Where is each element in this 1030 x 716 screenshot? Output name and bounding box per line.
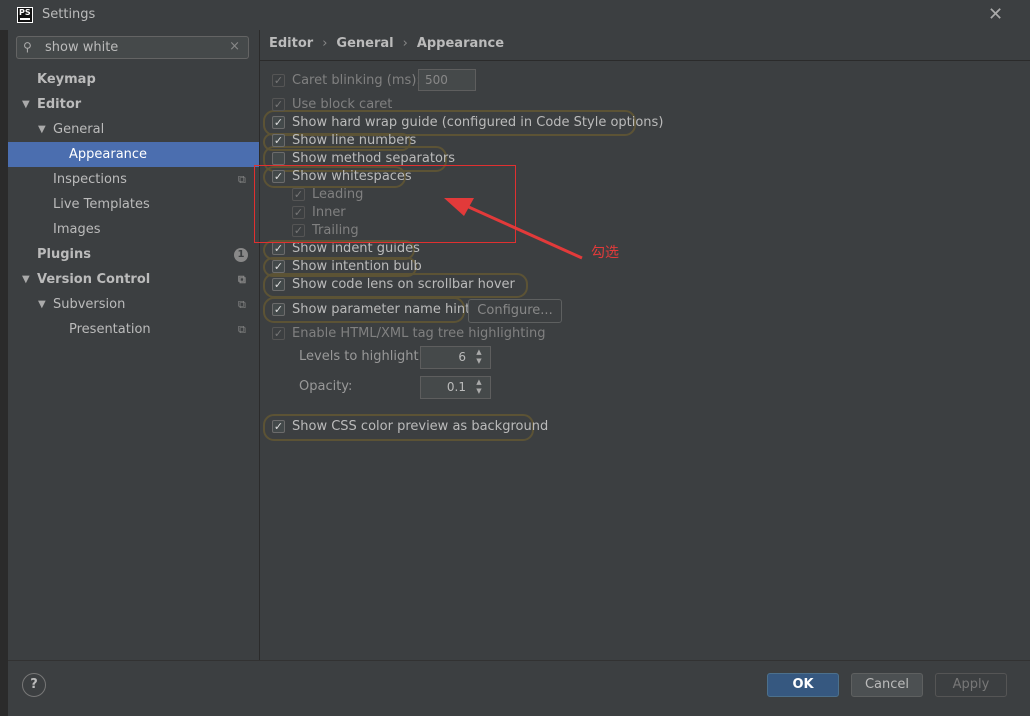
checkbox[interactable]: ✓ (272, 74, 285, 87)
tree-item-appearance[interactable]: Appearance (8, 142, 259, 167)
checkbox[interactable]: ✓ (272, 278, 285, 291)
spinner-arrows-icon[interactable]: ▲ ▼ (472, 348, 486, 366)
tree-item-live-templates[interactable]: Live Templates (8, 192, 259, 217)
opacity-spinner[interactable]: 0.1 ▲ ▼ (420, 376, 491, 399)
title-bar: PS Settings ✕ (0, 0, 1030, 30)
copy-icon: ⧉ (238, 323, 246, 336)
configure-hints-button[interactable]: Configure... (468, 299, 562, 323)
header-divider (259, 60, 1030, 61)
tree-item-general[interactable]: ▼ General (8, 117, 259, 142)
checkbox[interactable]: ✓ (272, 260, 285, 273)
tree-item-label: Keymap (37, 72, 96, 87)
update-count-badge: 1 (234, 248, 248, 262)
option-label: Show intention bulb (292, 259, 422, 274)
copy-icon: ⧉ (238, 298, 246, 311)
apply-button[interactable]: Apply (935, 673, 1007, 697)
search-input[interactable] (45, 39, 225, 56)
tree-item-keymap[interactable]: Keymap (8, 67, 259, 92)
breadcrumb-editor: Editor (269, 36, 314, 51)
checkbox[interactable]: ✓ (272, 420, 285, 433)
search-icon: ⚲ (23, 40, 32, 54)
caret-blink-input[interactable]: 500 (418, 69, 476, 91)
option-label: Caret blinking (ms): (292, 73, 421, 88)
expand-triangle-icon[interactable]: ▼ (22, 92, 30, 117)
tree-item-version-control[interactable]: ▼ Version Control ⧉ (8, 267, 259, 292)
tree-item-editor[interactable]: ▼ Editor (8, 92, 259, 117)
tree-item-label: Version Control (37, 272, 151, 287)
checkbox[interactable]: ✓ (272, 134, 285, 147)
arrow-icon (444, 198, 583, 260)
option-label: Show hard wrap guide (configured in Code… (292, 115, 664, 130)
footer-divider (8, 660, 1030, 661)
option-label: Show parameter name hints (292, 302, 477, 317)
checkbox[interactable]: ✓ (272, 116, 285, 129)
copy-icon: ⧉ (238, 173, 246, 186)
checkbox[interactable]: ✓ (272, 303, 285, 316)
tree-item-subversion[interactable]: ▼ Subversion ⧉ (8, 292, 259, 317)
ok-button[interactable]: OK (767, 673, 839, 697)
breadcrumb: Editor › General › Appearance (269, 36, 504, 54)
breadcrumb-general: General (336, 36, 394, 51)
checkbox[interactable]: ✓ (272, 98, 285, 111)
settings-search-box[interactable]: ⚲ × (16, 36, 249, 59)
option-label: Show line numbers (292, 133, 417, 148)
tree-item-label: Subversion (53, 297, 126, 312)
tree-item-label: Appearance (69, 147, 148, 162)
checkbox[interactable]: ✓ (272, 327, 285, 340)
spinner-arrows-icon[interactable]: ▲ ▼ (472, 378, 486, 396)
close-icon[interactable]: ✕ (988, 4, 1003, 25)
clear-search-icon[interactable]: × (229, 39, 240, 54)
cancel-button[interactable]: Cancel (851, 673, 923, 697)
chevron-right-icon: › (402, 36, 408, 51)
checkbox[interactable]: ✓ (272, 242, 285, 255)
levels-spinner[interactable]: 6 ▲ ▼ (420, 346, 491, 369)
breadcrumb-appearance: Appearance (416, 36, 505, 51)
chevron-right-icon: › (322, 36, 328, 51)
checkbox[interactable]: ✓ (272, 152, 285, 165)
tree-item-label: Live Templates (53, 197, 150, 212)
tree-item-inspections[interactable]: Inspections ⧉ (8, 167, 259, 192)
help-button[interactable]: ? (22, 673, 46, 697)
expand-triangle-icon[interactable]: ▼ (22, 267, 30, 292)
tree-item-label: Presentation (69, 322, 151, 337)
spinner-value: 0.1 (446, 380, 466, 394)
spinner-value: 6 (458, 350, 466, 364)
option-label: Show code lens on scrollbar hover (292, 277, 515, 292)
copy-icon: ⧉ (238, 273, 246, 286)
tree-item-label: Plugins (37, 247, 91, 262)
arrow-shaft (461, 202, 583, 260)
tree-item-label: Editor (37, 97, 82, 112)
expand-triangle-icon[interactable]: ▼ (38, 292, 46, 317)
opacity-label: Opacity: (299, 379, 353, 394)
tree-item-label: General (53, 122, 105, 137)
option-label: Show CSS color preview as background (292, 419, 549, 434)
window-title: Settings (42, 7, 96, 22)
annotation-note: 勾选 (591, 245, 619, 261)
tree-item-images[interactable]: Images (8, 217, 259, 242)
expand-triangle-icon[interactable]: ▼ (38, 117, 46, 142)
tree-item-plugins[interactable]: Plugins 1 (8, 242, 259, 267)
option-label: Enable HTML/XML tag tree highlighting (292, 326, 546, 341)
tree-item-presentation[interactable]: Presentation ⧉ (8, 317, 259, 342)
tree-item-label: Images (53, 222, 101, 237)
phpstorm-icon: PS (17, 7, 33, 23)
tree-item-label: Inspections (53, 172, 127, 187)
option-label: Use block caret (292, 97, 393, 112)
levels-label: Levels to highlight: (299, 349, 423, 364)
settings-window: PS Settings ✕ ⚲ × Keymap ▼ Editor ▼ Gene… (0, 0, 1030, 716)
editor-background-strip (0, 30, 8, 716)
